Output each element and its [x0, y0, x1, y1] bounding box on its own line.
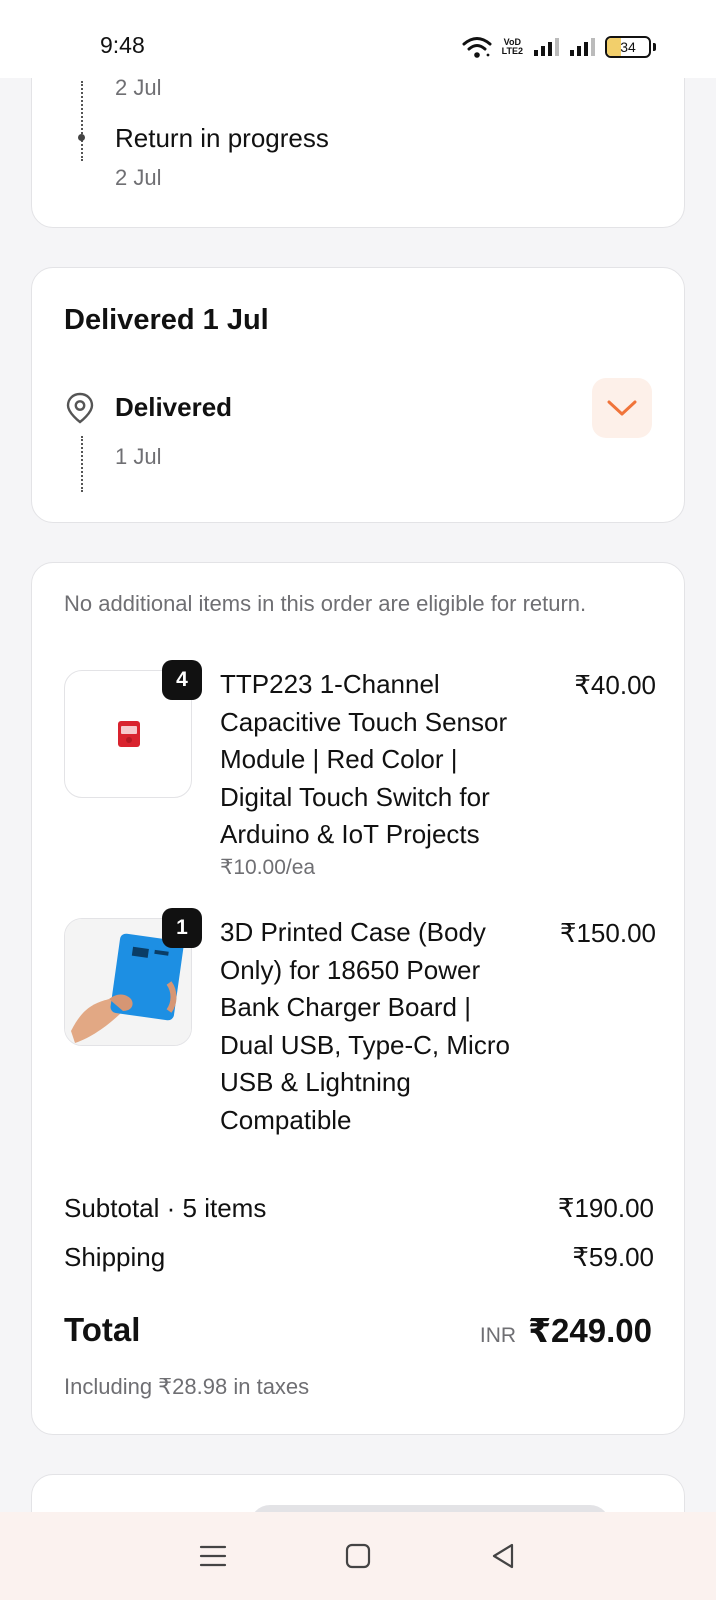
battery-cap [653, 43, 656, 51]
delivered-card: Delivered 1 Jul Delivered 1 Jul [31, 267, 685, 523]
currency-code: INR [479, 1324, 517, 1347]
timeline-step-title: Return in progress [115, 123, 329, 153]
battery-fill [607, 38, 622, 56]
menu-button[interactable] [193, 1536, 233, 1576]
status-icons: VoD LTE2 34 [462, 34, 656, 60]
volte-bottom: LTE2 [501, 46, 523, 56]
order-summary-card: No additional items in this order are el… [31, 562, 685, 1435]
back-triangle-icon [493, 1543, 514, 1569]
total-label: Total [64, 1311, 141, 1348]
timeline-connector [81, 436, 83, 492]
return-eligibility-notice: No additional items in this order are el… [64, 591, 587, 616]
battery-level: 34 [620, 39, 636, 55]
volte-indicator: VoD LTE2 [502, 38, 523, 56]
quantity-badge: 4 [162, 660, 202, 700]
home-button[interactable] [338, 1536, 378, 1576]
shipping-value: ₹59.00 [572, 1242, 654, 1272]
status-time: 9:48 [100, 32, 145, 58]
home-square-icon [345, 1543, 371, 1569]
item-name: 3D Printed Case (Body Only) for 18650 Po… [220, 917, 510, 1135]
order-item[interactable]: 4 TTP223 1-Channel Capacitive Touch Sens… [64, 660, 656, 890]
delivered-heading: Delivered 1 Jul [64, 304, 269, 336]
back-button[interactable] [483, 1536, 523, 1576]
item-name: TTP223 1-Channel Capacitive Touch Sensor… [220, 669, 508, 849]
order-item[interactable]: 1 3D Printed Case (Body Only) for 18650 … [64, 908, 656, 1158]
shipping-row: Shipping ₹59.00 [64, 1242, 654, 1273]
delivered-status: Delivered [115, 392, 233, 422]
chevron-down-icon [607, 400, 637, 416]
expand-button[interactable] [592, 378, 652, 438]
total-value: ₹249.00 [528, 1312, 652, 1349]
signal-icon [570, 38, 595, 56]
tax-note: Including ₹28.98 in taxes [64, 1374, 310, 1399]
item-price: ₹40.00 [574, 670, 656, 700]
timeline-connector [81, 81, 83, 161]
menu-icon [199, 1545, 226, 1567]
timeline-prev-date: 2 Jul [115, 75, 162, 100]
wifi-icon [462, 37, 492, 58]
total-amount: INR ₹249.00 [480, 1311, 652, 1350]
signal-icon [534, 38, 559, 56]
location-pin-icon [66, 392, 94, 424]
timeline-step-date: 2 Jul [115, 165, 162, 190]
quantity-badge: 1 [162, 908, 202, 948]
item-price: ₹150.00 [559, 918, 656, 948]
shipping-label: Shipping [64, 1242, 166, 1272]
subtotal-row: Subtotal · 5 items ₹190.00 [64, 1193, 654, 1224]
battery-icon: 34 [605, 36, 651, 58]
subtotal-label: Subtotal · 5 items [64, 1193, 267, 1223]
timeline-dot [78, 134, 85, 141]
subtotal-value: ₹190.00 [557, 1193, 654, 1223]
system-nav-bar [0, 1512, 716, 1600]
delivered-date: 1 Jul [115, 444, 162, 469]
item-unit-price: ₹10.00/ea [220, 856, 316, 879]
status-bar: 9:48 VoD LTE2 34 [0, 0, 716, 78]
